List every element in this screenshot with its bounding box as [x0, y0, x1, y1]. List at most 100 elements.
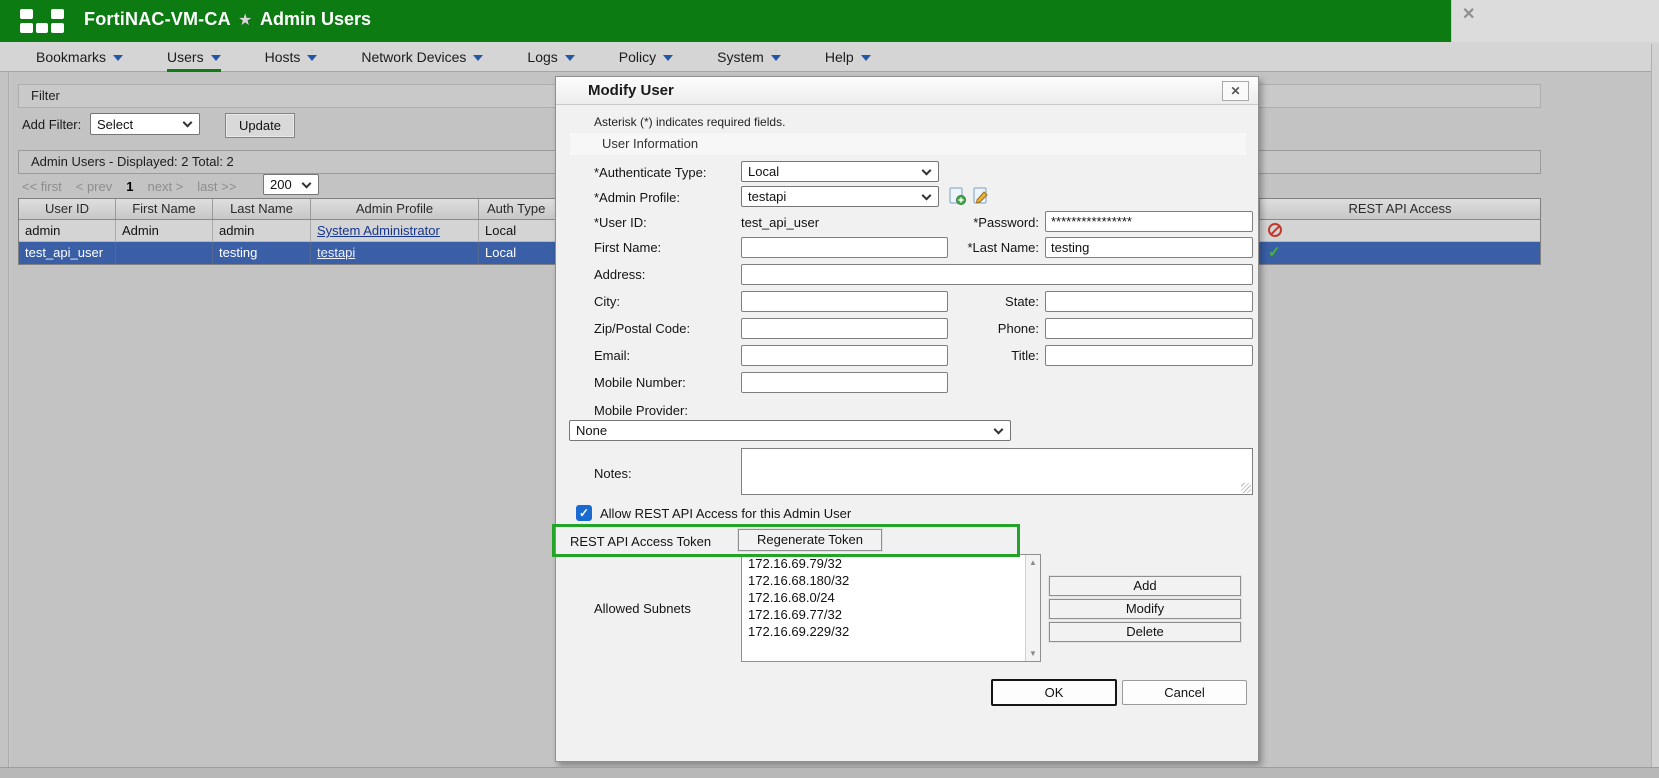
email-field[interactable]	[741, 345, 948, 366]
pager-last[interactable]: last >>	[197, 179, 236, 194]
page-title: Admin Users	[260, 9, 371, 30]
allow-rest-api-checkbox[interactable]: ✓	[576, 505, 592, 521]
chevron-down-icon	[771, 55, 781, 61]
page-size-select[interactable]: 200	[263, 174, 319, 195]
modify-subnet-button[interactable]: Modify	[1049, 599, 1241, 619]
add-filter-select[interactable]: Select	[90, 113, 200, 135]
state-field[interactable]	[1045, 291, 1253, 312]
dialog-titlebar: Modify User ✕	[556, 77, 1258, 105]
chevron-down-icon	[113, 55, 123, 61]
mobile-provider-label: Mobile Provider:	[594, 403, 688, 418]
menu-policy[interactable]: Policy	[619, 42, 673, 72]
product-title: FortiNAC-VM-CA	[84, 9, 231, 30]
subnet-item[interactable]: 172.16.69.229/32	[742, 623, 1025, 640]
admin-profile-link[interactable]: System Administrator	[317, 223, 440, 238]
chevron-down-icon	[473, 55, 483, 61]
required-fields-note: Asterisk (*) indicates required fields.	[594, 115, 785, 129]
column-rest-api-access[interactable]: REST API Access	[1260, 199, 1540, 219]
chevron-down-icon	[922, 165, 932, 175]
column-first-name[interactable]: First Name	[116, 199, 213, 219]
dialog-close-button[interactable]: ✕	[1222, 81, 1249, 101]
mobile-number-label: Mobile Number:	[594, 375, 686, 390]
scroll-down-icon[interactable]: ▼	[1026, 649, 1040, 658]
regenerate-token-button[interactable]: Regenerate Token	[738, 529, 882, 551]
main-menu: Bookmarks Users Hosts Network Devices Lo…	[0, 42, 1659, 72]
add-filter-label: Add Filter:	[22, 117, 81, 132]
dialog-title: Modify User	[588, 82, 674, 99]
admin-profile-link[interactable]: testapi	[317, 245, 355, 260]
column-last-name[interactable]: Last Name	[213, 199, 311, 219]
chevron-down-icon	[211, 55, 221, 61]
admin-profile-select[interactable]: testapi	[741, 186, 939, 207]
chevron-down-icon	[183, 118, 193, 128]
title-field[interactable]	[1045, 345, 1253, 366]
modify-user-dialog: Modify User ✕ Asterisk (*) indicates req…	[555, 76, 1259, 762]
app-header: FortiNAC-VM-CA ★ Admin Users	[0, 0, 1451, 42]
admin-profile-label: *Admin Profile:	[594, 190, 680, 205]
subnet-item[interactable]: 172.16.69.79/32	[742, 555, 1025, 572]
scroll-up-icon[interactable]: ▲	[1026, 558, 1040, 567]
user-id-value: test_api_user	[741, 215, 819, 230]
menu-users[interactable]: Users	[167, 42, 221, 72]
address-field[interactable]	[741, 264, 1253, 285]
user-id-label: *User ID:	[594, 215, 647, 230]
allowed-subnets-list[interactable]: 172.16.69.79/32 172.16.68.180/32 172.16.…	[741, 554, 1041, 662]
list-scrollbar[interactable]: ▲ ▼	[1025, 555, 1040, 661]
subnet-item[interactable]: 172.16.69.77/32	[742, 606, 1025, 623]
allow-rest-api-label: Allow REST API Access for this Admin Use…	[600, 506, 851, 521]
favorite-star-icon[interactable]: ★	[238, 10, 252, 30]
resize-handle-icon[interactable]	[1241, 483, 1251, 493]
pagination: << first < prev 1 next > last >>	[22, 179, 236, 194]
authenticate-type-select[interactable]: Local	[741, 161, 939, 182]
edit-profile-icon[interactable]	[971, 187, 991, 206]
column-user-id[interactable]: User ID	[19, 199, 116, 219]
zip-field[interactable]	[741, 318, 948, 339]
delete-subnet-button[interactable]: Delete	[1049, 622, 1241, 642]
pager-next[interactable]: next >	[147, 179, 183, 194]
menu-help[interactable]: Help	[825, 42, 871, 72]
panel-close-icon[interactable]: ✕	[1462, 4, 1475, 24]
mobile-number-field[interactable]	[741, 372, 948, 393]
menu-network-devices[interactable]: Network Devices	[361, 42, 483, 72]
chevron-down-icon	[565, 55, 575, 61]
pager-current-page: 1	[126, 179, 133, 194]
phone-field[interactable]	[1045, 318, 1253, 339]
page-footer	[0, 767, 1659, 778]
password-field[interactable]	[1045, 211, 1253, 232]
chevron-down-icon	[307, 55, 317, 61]
first-name-label: First Name:	[594, 240, 661, 255]
chevron-down-icon	[302, 178, 312, 188]
first-name-field[interactable]	[741, 237, 948, 258]
chevron-down-icon	[922, 190, 932, 200]
update-button[interactable]: Update	[225, 113, 295, 138]
add-profile-icon[interactable]	[947, 187, 967, 206]
scrollbar-track[interactable]	[1651, 44, 1659, 778]
subnet-item[interactable]: 172.16.68.0/24	[742, 589, 1025, 606]
authenticate-type-label: *Authenticate Type:	[594, 165, 707, 180]
user-information-section: User Information	[570, 133, 1246, 155]
rest-api-allowed-icon: ✓	[1268, 244, 1281, 261]
last-name-label: *Last Name:	[936, 240, 1039, 255]
mobile-provider-select[interactable]: None	[569, 420, 1011, 441]
top-right-panel: ✕	[1451, 0, 1659, 44]
fortinet-logo-icon	[20, 9, 66, 33]
pager-prev[interactable]: < prev	[76, 179, 113, 194]
city-field[interactable]	[741, 291, 948, 312]
rest-api-token-label: REST API Access Token	[570, 534, 711, 549]
add-subnet-button[interactable]: Add	[1049, 576, 1241, 596]
subnet-item[interactable]: 172.16.68.180/32	[742, 572, 1025, 589]
chevron-down-icon	[663, 55, 673, 61]
column-admin-profile[interactable]: Admin Profile	[311, 199, 479, 219]
screen: FortiNAC-VM-CA ★ Admin Users ✕ Bookmarks…	[0, 0, 1659, 778]
cancel-button[interactable]: Cancel	[1122, 680, 1247, 705]
ok-button[interactable]: OK	[991, 679, 1117, 706]
last-name-field[interactable]	[1045, 237, 1253, 258]
pager-first[interactable]: << first	[22, 179, 62, 194]
menu-logs[interactable]: Logs	[527, 42, 574, 72]
chevron-down-icon	[861, 55, 871, 61]
notes-label: Notes:	[594, 466, 632, 481]
notes-textarea[interactable]	[741, 448, 1253, 495]
menu-hosts[interactable]: Hosts	[265, 42, 318, 72]
menu-bookmarks[interactable]: Bookmarks	[36, 42, 123, 72]
menu-system[interactable]: System	[717, 42, 781, 72]
